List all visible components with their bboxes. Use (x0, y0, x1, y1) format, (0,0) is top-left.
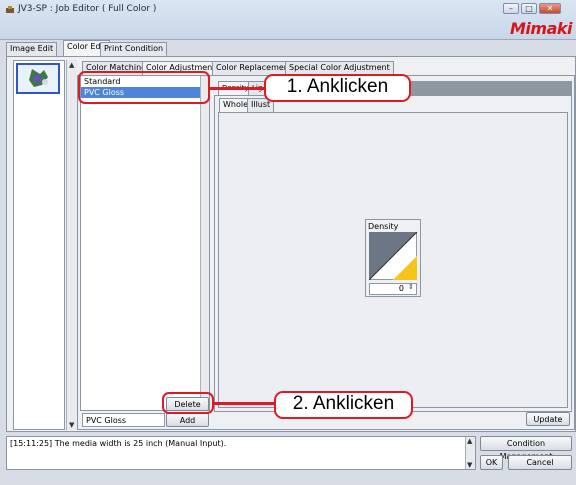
density-curve-icon[interactable] (369, 232, 417, 280)
condition-management-button[interactable]: Condition Management (480, 436, 572, 461)
title-bar: JV3-SP : Job Editor ( Full Color ) – □ ✕… (0, 0, 576, 40)
tab-color-replacement[interactable]: Color Replacement (212, 61, 296, 75)
callout-1-connector (210, 87, 264, 90)
thumbnail-scrollbar[interactable]: ▲ ▼ (66, 60, 77, 430)
image-icon (18, 65, 58, 92)
callout-2-connector (214, 402, 274, 405)
density-control: Density 0 ⇕ (365, 219, 421, 297)
list-scrollbar[interactable] (200, 76, 209, 410)
callout-step-1: 1. Anklicken (264, 74, 411, 102)
log-output: [15:11:25] The media width is 25 inch (M… (6, 436, 476, 470)
density-label: Density (368, 222, 399, 231)
minimize-button[interactable]: – (503, 3, 519, 14)
highlight-delete-button (162, 392, 214, 414)
tab-print-condition[interactable]: Print Condition (100, 42, 168, 56)
tab-special-color-adjustment[interactable]: Special Color Adjustment (285, 61, 394, 75)
density-spinner-icon[interactable]: ⇕ (408, 283, 414, 291)
maximize-button[interactable]: □ (521, 3, 537, 14)
app-icon (6, 6, 14, 13)
add-button[interactable]: Add (166, 413, 209, 427)
image-thumbnail[interactable] (16, 63, 60, 94)
cancel-button[interactable]: Cancel (508, 455, 572, 470)
close-button[interactable]: ✕ (539, 3, 561, 14)
callout-step-2: 2. Anklicken (274, 391, 413, 419)
mimaki-logo: Mimaki (510, 19, 573, 38)
adjustment-list[interactable]: Standard PVC Gloss (80, 75, 210, 411)
highlight-list-selection (78, 71, 210, 104)
window-title: JV3-SP : Job Editor ( Full Color ) (18, 4, 157, 14)
update-button[interactable]: Update (526, 412, 570, 426)
tab-image-edit[interactable]: Image Edit (6, 42, 58, 56)
ok-button[interactable]: OK (480, 455, 503, 470)
thumbnail-list (13, 60, 65, 430)
adjustment-name-field[interactable]: PVC Gloss (82, 413, 165, 427)
log-scrollbar[interactable]: ▲ ▼ (465, 437, 475, 469)
